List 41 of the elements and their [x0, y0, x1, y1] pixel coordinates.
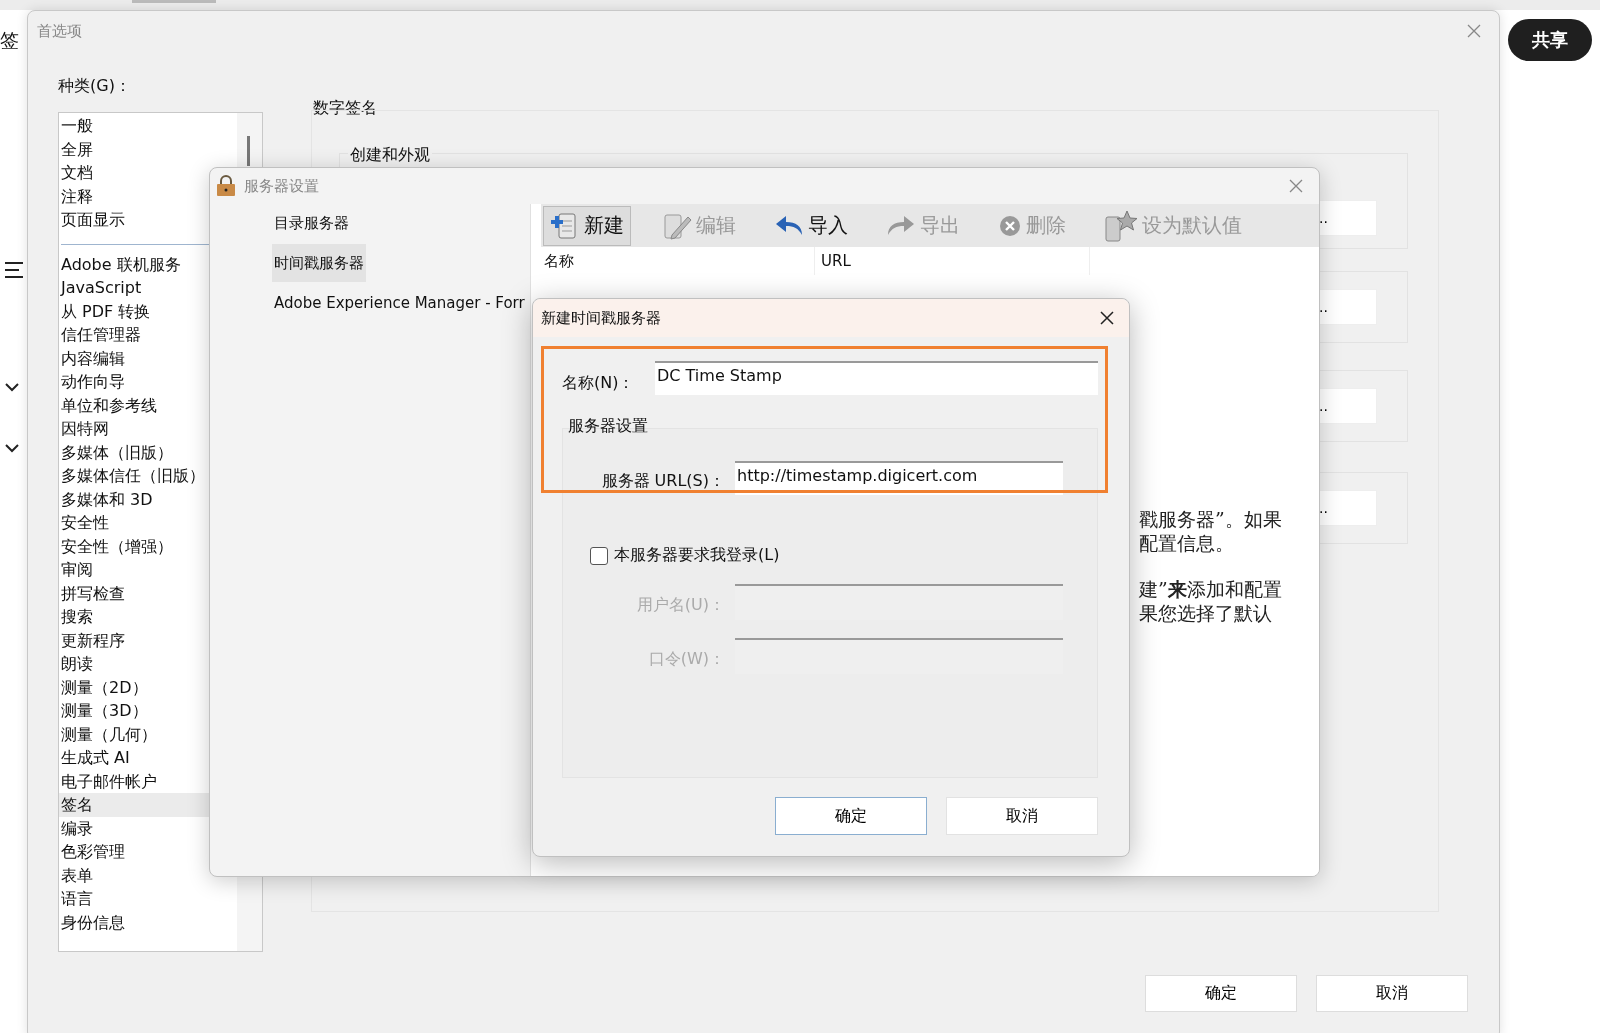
help-text: 配置信息。 — [1139, 531, 1235, 555]
name-field[interactable]: DC Time Stamp — [655, 361, 1098, 395]
cancel-button[interactable]: 取消 — [1316, 975, 1468, 1012]
help-text: 建”来添加和配置 — [1139, 577, 1282, 601]
field-label: 用户名(U)： — [635, 593, 726, 616]
menu-icon[interactable] — [4, 261, 24, 279]
server-star-icon — [1104, 208, 1138, 243]
share-button[interactable]: 共享 — [1508, 19, 1592, 61]
checkbox[interactable] — [590, 546, 608, 565]
column-header[interactable]: 名称 — [541, 247, 815, 275]
window-title: 服务器设置 — [244, 176, 320, 196]
checkbox-label[interactable]: 本服务器要求我登录(L) — [614, 545, 780, 566]
lock-icon — [216, 175, 236, 197]
column-header[interactable]: URL — [815, 247, 1090, 275]
help-text: 果您选择了默认 — [1139, 601, 1273, 625]
field-label: 服务器 URL(S)： — [600, 469, 726, 492]
toolbar-new-button[interactable]: 新建 — [543, 205, 631, 246]
delete-icon — [998, 213, 1022, 238]
category-label: 种类(G)： — [58, 75, 132, 97]
window-title: 新建时间戳服务器 — [541, 308, 662, 328]
close-icon[interactable] — [1100, 311, 1114, 325]
field-label: 口令(W)： — [647, 647, 726, 670]
chevron-down-icon[interactable] — [4, 382, 20, 392]
nav-item[interactable]: 时间戳服务器 — [272, 244, 366, 282]
chevron-down-icon[interactable] — [4, 443, 20, 453]
help-text: 戳服务器”。如果 — [1139, 507, 1282, 531]
ok-button[interactable]: 确定 — [1145, 975, 1297, 1012]
ok-button[interactable]: 确定 — [775, 797, 927, 835]
nav-item[interactable]: Adobe Experience Manager - Forr — [272, 284, 527, 322]
category-item[interactable]: 语言 — [59, 887, 237, 911]
group-label: 服务器设置 — [568, 416, 649, 436]
url-field[interactable]: http://timestamp.digicert.com — [735, 461, 1063, 495]
category-item[interactable]: 身份信息 — [59, 910, 237, 934]
category-item[interactable]: 全屏 — [59, 137, 237, 161]
field-label: 名称(N)： — [562, 371, 636, 394]
toolbar-import-button[interactable]: 导入 — [767, 205, 855, 246]
window-title: 首选项 — [37, 21, 83, 41]
nav-item[interactable]: 目录服务器 — [272, 204, 351, 242]
side-label: 签 — [0, 28, 19, 53]
category-item[interactable]: 一般 — [59, 114, 237, 138]
cancel-button[interactable]: 取消 — [946, 797, 1098, 835]
